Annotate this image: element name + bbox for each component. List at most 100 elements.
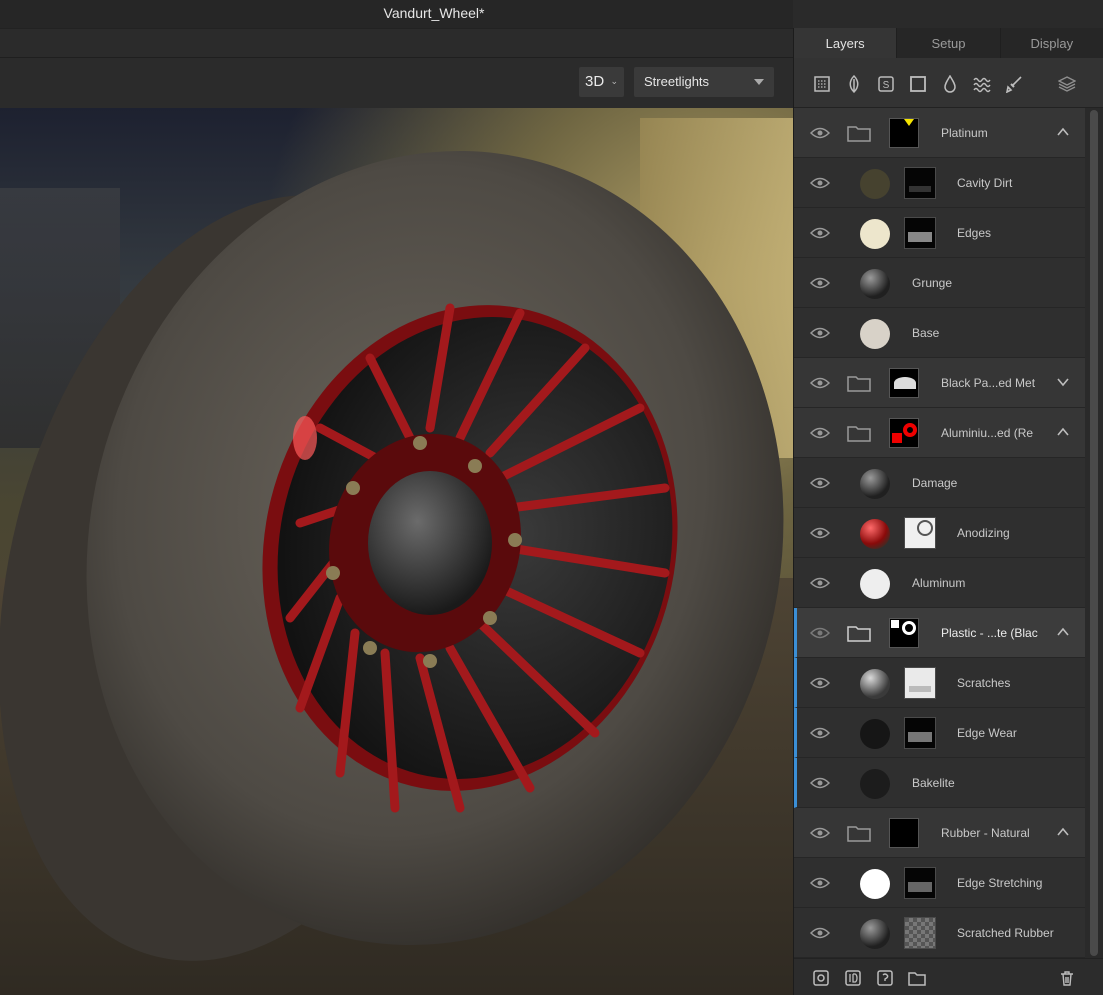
- 3d-viewport[interactable]: [0, 108, 793, 995]
- environment-value: Streetlights: [644, 74, 710, 89]
- material-preview: [860, 769, 890, 799]
- layer-group-selected[interactable]: Plastic - ...te (Blac: [794, 608, 1085, 658]
- layer-label: Cavity Dirt: [957, 176, 1013, 190]
- hub-cap: [368, 471, 492, 615]
- layer-label: Black Pa...ed Met: [941, 376, 1036, 390]
- drop-icon[interactable]: [941, 75, 959, 93]
- eye-icon[interactable]: [810, 527, 830, 539]
- wheel-render: [0, 151, 784, 961]
- material-preview: [860, 219, 890, 249]
- grid-icon[interactable]: [813, 75, 831, 93]
- dropdown-arrow-icon: [754, 79, 764, 85]
- layer-actions-bar: [794, 958, 1103, 995]
- chevron-up-icon[interactable]: [1056, 125, 1070, 139]
- layer-row[interactable]: Base: [794, 308, 1085, 358]
- eye-icon[interactable]: [810, 877, 830, 889]
- mask-thumbnail: [904, 517, 936, 549]
- layer-list: Platinum Cavity Dirt Edges Grunge Base B…: [794, 108, 1085, 958]
- delete-icon[interactable]: [1058, 969, 1076, 987]
- group-mask-thumbnail: [889, 368, 919, 398]
- eye-icon[interactable]: [810, 177, 830, 189]
- layer-group[interactable]: Rubber - Natural: [794, 808, 1085, 858]
- layer-row[interactable]: Cavity Dirt: [794, 158, 1085, 208]
- layer-row[interactable]: Grunge: [794, 258, 1085, 308]
- layer-row[interactable]: Edge Stretching: [794, 858, 1085, 908]
- square-icon[interactable]: [909, 75, 927, 93]
- layer-group[interactable]: Black Pa...ed Met: [794, 358, 1085, 408]
- eye-icon[interactable]: [810, 327, 830, 339]
- layer-label: Grunge: [912, 276, 953, 290]
- environment-select[interactable]: Streetlights: [634, 67, 774, 97]
- layer-label: Platinum: [941, 126, 988, 140]
- view-mode-select[interactable]: 3D ⌄: [579, 67, 624, 97]
- layer-list-scrollbar[interactable]: [1085, 108, 1103, 958]
- eye-icon[interactable]: [810, 427, 830, 439]
- layer-row[interactable]: Edges: [794, 208, 1085, 258]
- tab-layers[interactable]: Layers: [794, 28, 898, 58]
- view-mode-value: 3D: [585, 73, 605, 90]
- eye-icon[interactable]: [810, 927, 830, 939]
- add-id-layer-icon[interactable]: [844, 969, 862, 987]
- tab-setup[interactable]: Setup: [897, 28, 1001, 58]
- add-smart-layer-icon[interactable]: [876, 969, 894, 987]
- group-mask-thumbnail: [889, 618, 919, 648]
- toolbar-divider: [0, 57, 793, 58]
- layer-label: Bakelite: [912, 776, 955, 790]
- folder-icon: [847, 426, 871, 442]
- material-preview: [860, 869, 890, 899]
- layer-label: Aluminiu...ed (Re: [941, 426, 1034, 440]
- mask-thumbnail: [904, 167, 936, 199]
- layer-row[interactable]: Scratched Rubber: [794, 908, 1085, 958]
- eye-icon[interactable]: [810, 827, 830, 839]
- leaf-icon[interactable]: [845, 75, 863, 93]
- material-preview: [860, 319, 890, 349]
- layer-row[interactable]: Damage: [794, 458, 1085, 508]
- folder-icon: [847, 376, 871, 392]
- window-title: Vandurt_Wheel*: [383, 5, 485, 21]
- layer-label: Plastic - ...te (Blac: [941, 626, 1038, 640]
- layer-label: Rubber - Natural: [941, 826, 1030, 840]
- layer-row[interactable]: Scratches: [794, 658, 1085, 708]
- layer-row[interactable]: Aluminum: [794, 558, 1085, 608]
- layer-label: Edges: [957, 226, 992, 240]
- eye-icon[interactable]: [810, 727, 830, 739]
- add-fill-layer-icon[interactable]: [812, 969, 830, 987]
- folder-icon: [847, 826, 871, 842]
- chevron-up-icon[interactable]: [1056, 425, 1070, 439]
- layer-row[interactable]: Anodizing: [794, 508, 1085, 558]
- layers-stack-icon[interactable]: [1058, 75, 1076, 93]
- group-mask-thumbnail: [889, 418, 919, 448]
- eye-icon[interactable]: [810, 127, 830, 139]
- smart-material-icon[interactable]: S: [877, 75, 895, 93]
- waves-icon[interactable]: [973, 75, 991, 93]
- chevron-up-icon[interactable]: [1056, 625, 1070, 639]
- layer-group[interactable]: Aluminiu...ed (Re: [794, 408, 1085, 458]
- layers-panel: Layers Setup Display S Platinum Cavity D…: [793, 28, 1103, 995]
- group-mask-thumbnail: [889, 818, 919, 848]
- folder-icon: [847, 626, 871, 642]
- chevron-down-icon[interactable]: [1056, 375, 1070, 389]
- brush-icon[interactable]: [1005, 75, 1023, 93]
- layer-row[interactable]: Bakelite: [794, 758, 1085, 808]
- layer-label: Base: [912, 326, 940, 340]
- layer-group[interactable]: Platinum: [794, 108, 1085, 158]
- eye-icon[interactable]: [810, 377, 830, 389]
- scrollbar-thumb[interactable]: [1090, 110, 1098, 956]
- eye-icon[interactable]: [810, 277, 830, 289]
- material-preview: [860, 669, 890, 699]
- eye-icon[interactable]: [810, 627, 830, 639]
- material-preview: [860, 719, 890, 749]
- mask-thumbnail: [904, 717, 936, 749]
- tab-display[interactable]: Display: [1001, 28, 1103, 58]
- title-bar: Vandurt_Wheel*: [0, 0, 793, 28]
- eye-icon[interactable]: [810, 577, 830, 589]
- eye-icon[interactable]: [810, 677, 830, 689]
- add-folder-icon[interactable]: [908, 969, 926, 987]
- eye-icon[interactable]: [810, 777, 830, 789]
- chevron-up-icon[interactable]: [1056, 825, 1070, 839]
- mask-thumbnail: [904, 867, 936, 899]
- layer-row[interactable]: Edge Wear: [794, 708, 1085, 758]
- mask-thumbnail: [904, 217, 936, 249]
- eye-icon[interactable]: [810, 477, 830, 489]
- eye-icon[interactable]: [810, 227, 830, 239]
